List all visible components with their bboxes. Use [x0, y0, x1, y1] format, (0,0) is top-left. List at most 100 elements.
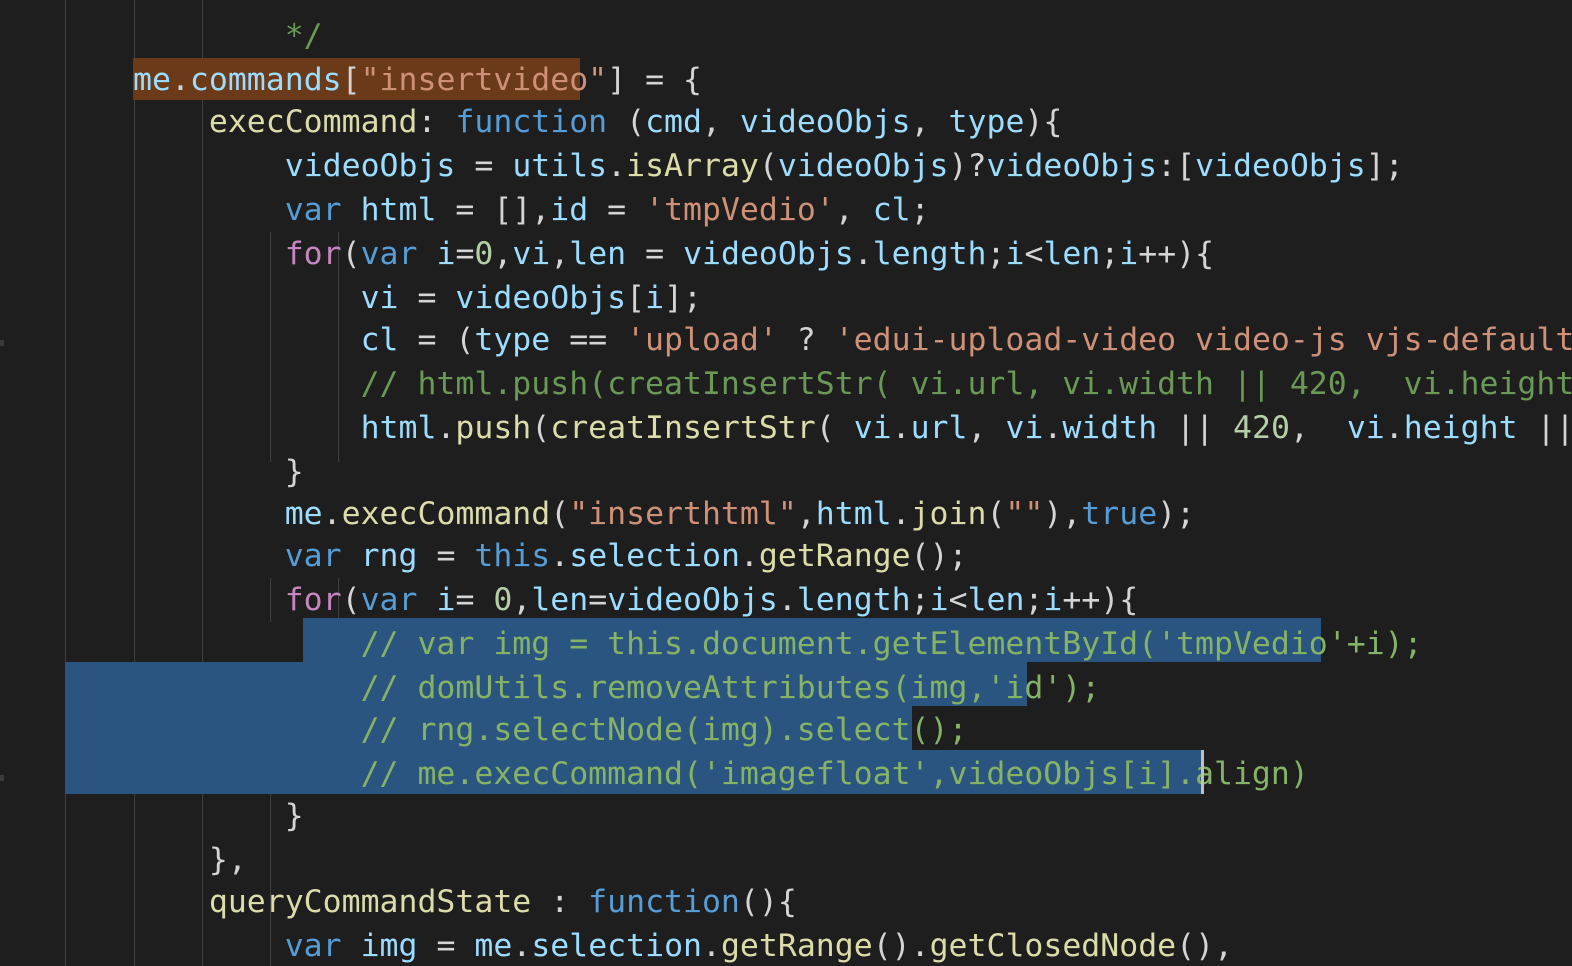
code-token: ; [910, 582, 930, 618]
code-line[interactable]: // rng.selectNode(img).select(); [133, 708, 968, 752]
code-line[interactable]: queryCommandState : function(){ [133, 880, 797, 924]
code-line[interactable]: html.push(creatInsertStr( vi.url, vi.wid… [133, 406, 1572, 450]
code-token: rng [360, 538, 418, 574]
code-line[interactable]: // me.execCommand('imagefloat',videoObjs… [133, 752, 1309, 796]
code-token: ( [341, 582, 361, 618]
code-token: // me.execCommand('imagefloat',videoObjs… [360, 756, 1309, 792]
code-token: // rng.selectNode(img).select(); [360, 712, 968, 748]
code-token: vi [360, 280, 399, 316]
code-token: = [588, 582, 608, 618]
code-line[interactable]: execCommand: function (cmd, videoObjs, t… [133, 100, 1062, 144]
code-token: vi [1346, 410, 1385, 446]
code-line[interactable]: // html.push(creatInsertStr( vi.url, vi.… [133, 362, 1572, 406]
code-token: me [133, 62, 171, 98]
code-line[interactable]: */ [133, 14, 323, 58]
code-token: ] [607, 62, 627, 98]
code-token: width [1062, 410, 1158, 446]
code-token: . [739, 538, 759, 574]
code-token: len [569, 236, 627, 272]
code-token: "" [1005, 496, 1044, 532]
code-line[interactable]: for(var i=0,vi,len = videoObjs.length;i<… [133, 232, 1214, 276]
code-line[interactable]: me.commands["insertvideo"] = { [133, 58, 702, 102]
code-line[interactable]: // var img = this.document.getElementByI… [133, 622, 1423, 666]
code-line[interactable]: // domUtils.removeAttributes(img,'id'); [133, 666, 1101, 710]
indent-guide-0 [65, 0, 66, 966]
code-token: . [853, 236, 873, 272]
code-token: type [474, 322, 551, 358]
code-line[interactable]: cl = (type == 'upload' ? 'edui-upload-vi… [133, 318, 1572, 362]
code-token: videoObjs [683, 236, 854, 272]
code-text-surface[interactable]: */ me.commands["insertvideo"] = { execCom… [133, 0, 1572, 966]
code-token: length [796, 582, 911, 618]
code-token: i [436, 236, 456, 272]
code-token: } [284, 798, 304, 834]
code-token: , [796, 496, 816, 532]
code-token: "inserthtml" [569, 496, 797, 532]
code-token: me [284, 496, 323, 532]
code-line[interactable]: }, [133, 838, 247, 882]
code-token: type [948, 104, 1025, 140]
code-token: ]; [1365, 148, 1404, 184]
code-token: . [1384, 410, 1404, 446]
code-token: , [834, 192, 873, 228]
code-token: . [891, 410, 911, 446]
code-line[interactable]: vi = videoObjs[i]; [133, 276, 702, 320]
code-token: [ [626, 280, 646, 316]
code-editor[interactable]: */ me.commands["insertvideo"] = { execCom… [0, 0, 1572, 966]
code-token: = [436, 192, 494, 228]
code-token: videoObjs [777, 148, 949, 184]
code-token: :[ [1157, 148, 1196, 184]
code-token: me [474, 928, 513, 964]
code-token: push [455, 410, 532, 446]
code-line[interactable]: var rng = this.selection.getRange(); [133, 534, 968, 578]
code-token: i [645, 280, 665, 316]
code-token: , [1289, 410, 1347, 446]
code-token: cmd [645, 104, 702, 140]
code-token: commands [189, 62, 342, 98]
code-token: videoObjs [455, 280, 627, 316]
code-line[interactable]: for(var i= 0,len=videoObjs.length;i<len;… [133, 578, 1139, 622]
code-token: */ [284, 18, 323, 54]
code-token: . [607, 148, 627, 184]
code-token: ; [1024, 582, 1044, 618]
code-token: ); [1157, 496, 1196, 532]
code-token: ++){ [1138, 236, 1215, 272]
code-line[interactable]: videoObjs = utils.isArray(videoObjs)?vid… [133, 144, 1404, 188]
code-token: . [170, 62, 190, 98]
code-token: var [284, 192, 342, 228]
code-token: i [1119, 236, 1139, 272]
code-token: ; [986, 236, 1006, 272]
code-token: selection [569, 538, 740, 574]
code-line[interactable]: me.execCommand("inserthtml",html.join(""… [133, 492, 1195, 536]
code-token: . [322, 496, 342, 532]
code-token: 'edui-upload-video video-js vjs-default-… [834, 322, 1572, 358]
code-token: vi [512, 236, 551, 272]
code-token: ? [777, 322, 835, 358]
code-token: vi [853, 410, 892, 446]
code-token: < [1024, 236, 1044, 272]
code-token: this [474, 538, 551, 574]
code-line[interactable]: var img = me.selection.getRange().getClo… [133, 924, 1233, 966]
code-token: execCommand [208, 104, 418, 140]
code-token: selection [531, 928, 702, 964]
code-line[interactable]: } [133, 794, 304, 838]
code-token: 0 [493, 582, 513, 618]
code-token: ( [341, 236, 361, 272]
code-token: videoObjs [739, 104, 911, 140]
code-token: ( [815, 410, 854, 446]
code-line[interactable]: var html = [],id = 'tmpVedio', cl; [133, 188, 930, 232]
code-token: img [360, 928, 418, 964]
code-line[interactable]: } [133, 450, 304, 494]
